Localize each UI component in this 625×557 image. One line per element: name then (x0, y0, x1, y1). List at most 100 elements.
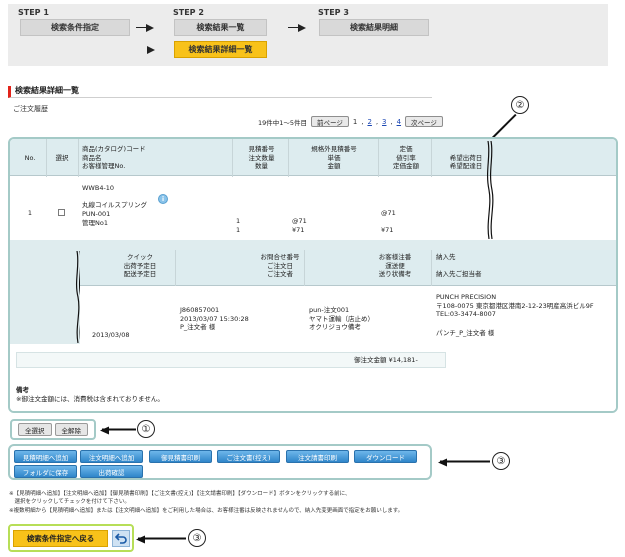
notes-section: 備考 ※御注文金額には、消費税は含まれておりません。 (10, 376, 616, 411)
clear-all-button[interactable]: 全解除 (54, 423, 88, 436)
select-all-button[interactable]: 全選択 (18, 423, 52, 436)
orderer: P_注文者 様 (180, 323, 216, 331)
add-to-quote-button[interactable]: 見積明細へ追加 (14, 450, 77, 463)
header-inquiry-no: お問合せ番号 (260, 253, 300, 261)
back-to-search-button[interactable]: 検索条件指定へ戻る (13, 530, 108, 547)
header-list-amount: 定価金額 (393, 162, 419, 170)
info-bubble-icon[interactable]: i (158, 194, 168, 204)
page-link-2[interactable]: 2 (367, 118, 371, 126)
add-to-order-button[interactable]: 注文明細へ追加 (80, 450, 143, 463)
print-quote-button[interactable]: 御見積書印刷 (149, 450, 212, 463)
pointer-arrow-icon (440, 461, 490, 463)
header-destination-person: 納入先ご担当者 (436, 270, 482, 278)
manage-no: 管理No1 (82, 219, 108, 227)
page-separator: , (390, 117, 393, 126)
download-button[interactable]: ダウンロード (354, 450, 417, 463)
header-order-qty: 注文数量 (248, 153, 275, 162)
qty: 1 (236, 226, 241, 234)
row-no: 1 (27, 209, 33, 217)
step2-label: STEP 2 (173, 8, 204, 17)
footnote-1: ※【見積明細へ追加】【注文明細へ追加】【御見積書印刷】【ご注文書(控え)】【注文… (9, 491, 351, 497)
save-to-folder-button[interactable]: フォルダに保存 (14, 465, 77, 478)
header-orderer: ご注文者 (267, 270, 293, 278)
header-select: 選択 (55, 154, 69, 162)
order-total: 御注文金額 ¥14,181- (354, 356, 418, 364)
header-list-price: 定価 (399, 145, 413, 153)
product-code: WWB4-10 (82, 184, 115, 192)
table-header: No. 選択 商品(カタログ)コード 商品名 お客様管理No. 見積番号 注文数… (10, 139, 616, 176)
prev-page-button[interactable]: 前ページ (311, 116, 349, 127)
destination-address: 〒108-0075 東京都港区港南2-12-23明産高浜ビル9F (436, 301, 594, 310)
back-button-group: 検索条件指定へ戻る (8, 524, 134, 552)
customer-order-no: pun-注文001 (309, 306, 350, 314)
footnote-3: ※複数明細から【見積明細へ追加】または【注文明細へ追加】をご利用した場合は、お客… (9, 508, 404, 514)
selection-buttons: 全選択 全解除 (10, 419, 96, 440)
callout-1: ① (137, 420, 155, 438)
header-discount: 値引率 (396, 153, 416, 162)
header-qty: 数量 (255, 162, 268, 170)
arrow-right-icon (147, 46, 155, 54)
inquiry-no: J860857001 (180, 306, 220, 314)
step-arrow-line (136, 27, 146, 28)
order-detail-table: No. 選択 商品(カタログ)コード 商品名 お客様管理No. 見積番号 注文数… (8, 137, 618, 413)
next-page-button[interactable]: 次ページ (405, 116, 443, 127)
destination-name: PUNCH PRECISION (436, 293, 497, 301)
list-price: @71 (381, 209, 396, 217)
header-spec-quote: 規格外見積番号 (311, 145, 357, 153)
row-indent (10, 250, 80, 344)
step-arrow-line (288, 27, 298, 28)
header-no: No. (24, 154, 36, 162)
return-arrow-icon (115, 533, 127, 544)
order-qty: 1 (236, 217, 241, 225)
header-quote-no: 見積番号 (248, 145, 275, 153)
order-copy-button[interactable]: ご注文書(控え) (217, 450, 280, 463)
step-progress: STEP 1 検索条件指定 STEP 2 検索結果一覧 STEP 3 検索結果明… (8, 4, 608, 66)
page-link-1[interactable]: 1 (353, 118, 357, 126)
shipment-check-button[interactable]: 出荷確認 (80, 465, 143, 478)
order-date: 2013/03/07 15:30:28 (180, 314, 249, 323)
destination-person: パンチ_P_注文者 様 (436, 329, 495, 337)
header-destination: 納入先 (436, 253, 456, 261)
destination-tel: TEL:03-3474-8007 (436, 310, 496, 318)
amount: ¥71 (292, 226, 305, 234)
product-name: 丸線コイルスプリング (82, 201, 147, 209)
page-separator: , (375, 117, 379, 126)
header-invoice-note: 送り状備考 (378, 270, 412, 278)
callout-2: ② (511, 96, 529, 114)
total-row: 御注文金額 ¥14,181- (10, 344, 616, 376)
return-arrow-icon[interactable] (112, 530, 130, 547)
page-link-4[interactable]: 4 (397, 118, 401, 126)
row-spacer (10, 240, 616, 250)
header-carrier: 運送便 (385, 261, 405, 270)
notes-title: 備考 (16, 386, 29, 394)
callout-3: ③ (492, 452, 510, 470)
delivery-date: 2013/03/08 (92, 331, 130, 339)
delivery-row: 2013/03/08 J860857001 2013/03/07 15:30:2… (80, 286, 616, 344)
header-unit-price: 単価 (327, 153, 341, 162)
unit-price: @71 (292, 217, 307, 225)
list-amount: ¥71 (381, 226, 394, 234)
product-pun: PUN-001 (82, 210, 111, 218)
invoice-note: オクリジョウ備考 (309, 323, 361, 331)
page-separator: , (361, 117, 364, 126)
callout-3-back: ③ (188, 529, 206, 547)
header-product-name: 商品名 (82, 153, 102, 162)
pointer-arrow-icon (138, 538, 186, 540)
order-history-title: ご注文履歴 (13, 105, 48, 113)
step2-sub-box-current: 検索結果詳細一覧 (174, 41, 267, 58)
header-customer-no: お客様注番 (378, 253, 412, 261)
section-title: 検索結果詳細一覧 (8, 86, 432, 98)
row-select-checkbox[interactable] (58, 209, 65, 216)
step1-label: STEP 1 (18, 8, 49, 17)
carrier: ヤマト運輸（店止め） (309, 314, 374, 323)
pagination: 19件中1～5件目 前ページ 1, 2, 3, 4 次ページ (258, 116, 443, 127)
header-manage-no: お客様管理No. (82, 162, 126, 170)
arrow-right-icon (298, 23, 306, 32)
print-acceptance-button[interactable]: 注文請書印刷 (286, 450, 349, 463)
page-link-3[interactable]: 3 (382, 118, 386, 126)
delivery-subheader: クイック 出荷予定日 配送予定日 お問合せ番号 ご注文日 ご注文者 お客様注番 … (80, 250, 616, 286)
table-row: 1 WWB4-10 丸線コイルスプリング i PUN-001 管理No1 1 1… (10, 177, 616, 240)
header-amount: 金額 (327, 162, 341, 170)
arrow-right-icon (146, 23, 154, 32)
header-product-code: 商品(カタログ)コード (82, 145, 146, 153)
